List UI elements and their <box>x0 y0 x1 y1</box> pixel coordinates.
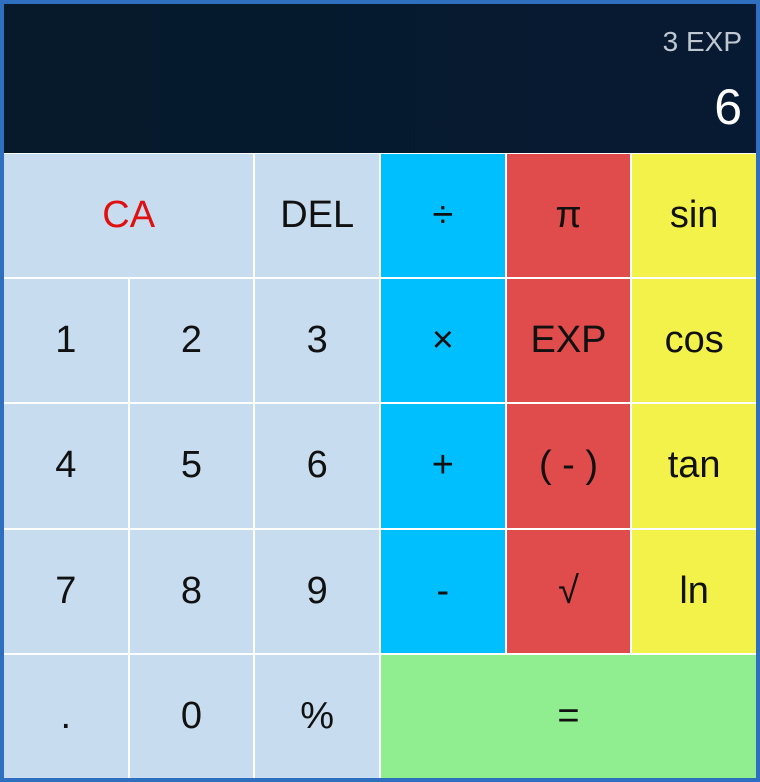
ln-button[interactable]: ln <box>632 529 756 653</box>
clear-all-button[interactable]: CA <box>4 154 254 278</box>
decimal-point-button[interactable]: . <box>4 654 128 778</box>
divide-button[interactable]: ÷ <box>380 154 505 278</box>
cos-button[interactable]: cos <box>632 279 756 403</box>
delete-button[interactable]: DEL <box>255 154 379 278</box>
sin-button[interactable]: sin <box>632 154 756 278</box>
equals-button[interactable]: = <box>380 654 756 778</box>
digit-9-button[interactable]: 9 <box>255 529 379 653</box>
digit-3-button[interactable]: 3 <box>255 279 379 403</box>
digit-6-button[interactable]: 6 <box>255 404 379 528</box>
digit-1-button[interactable]: 1 <box>4 279 128 403</box>
digit-8-button[interactable]: 8 <box>129 529 254 653</box>
plus-button[interactable]: + <box>380 404 505 528</box>
tan-button[interactable]: tan <box>632 404 756 528</box>
digit-5-button[interactable]: 5 <box>129 404 254 528</box>
digit-2-button[interactable]: 2 <box>129 279 254 403</box>
minus-button[interactable]: - <box>380 529 505 653</box>
pi-button[interactable]: π <box>506 154 631 278</box>
keypad: CA DEL ÷ π sin 1 2 3 × EXP cos 4 5 6 + (… <box>4 154 756 778</box>
multiply-button[interactable]: × <box>380 279 505 403</box>
calculator: 3 EXP 6 CA DEL ÷ π sin 1 2 3 × EXP cos 4… <box>4 4 756 778</box>
result-readout: 6 <box>714 79 742 135</box>
square-root-button[interactable]: √ <box>506 529 631 653</box>
digit-7-button[interactable]: 7 <box>4 529 128 653</box>
digit-0-button[interactable]: 0 <box>129 654 254 778</box>
negate-button[interactable]: ( - ) <box>506 404 631 528</box>
digit-4-button[interactable]: 4 <box>4 404 128 528</box>
expression-readout: 3 EXP <box>662 26 742 57</box>
display-panel: 3 EXP 6 <box>4 4 756 153</box>
exp-button[interactable]: EXP <box>506 279 631 403</box>
percent-button[interactable]: % <box>255 654 379 778</box>
